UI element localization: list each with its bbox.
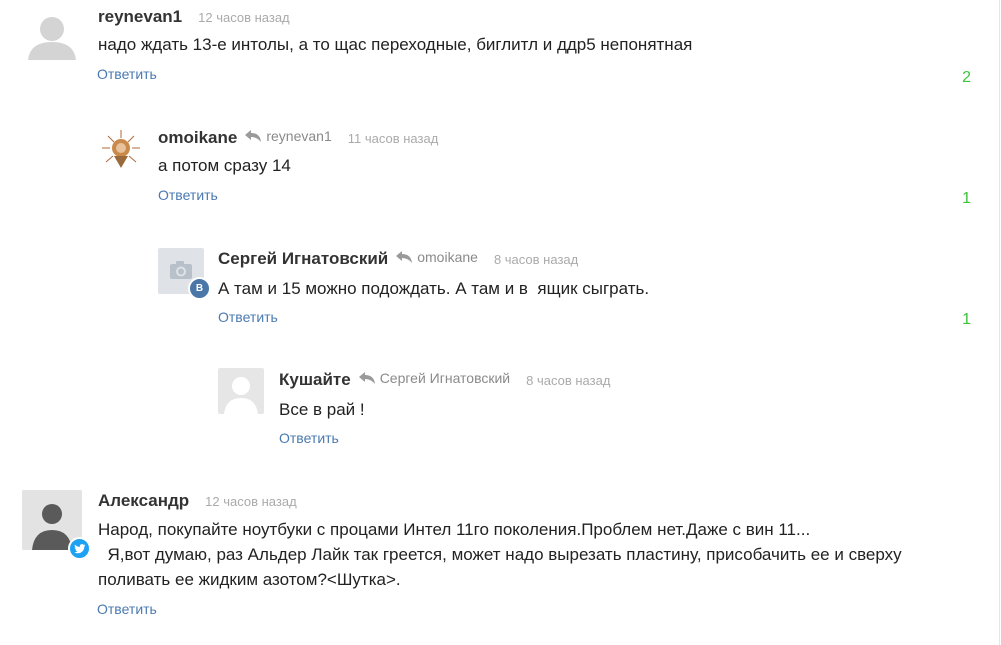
comment-text: Народ, покупайте ноутбуки с процами Инте… <box>98 520 902 589</box>
comment-time: 8 часов назад <box>526 373 611 388</box>
reply-to-name: reynevan1 <box>266 128 332 144</box>
avatar-default-user-icon[interactable] <box>218 368 264 414</box>
twitter-badge-icon <box>68 537 91 560</box>
avatar-default-user-icon[interactable] <box>26 8 78 60</box>
comment-time: 12 часов назад <box>205 494 297 509</box>
reply-to-link[interactable]: omoikane <box>395 249 478 265</box>
comment-author[interactable]: Александр <box>98 491 189 511</box>
comment-score: 1 <box>962 311 971 328</box>
reply-to-link[interactable]: reynevan1 <box>244 128 332 144</box>
comment-text: Все в рай ! <box>279 400 365 419</box>
comment-time: 8 часов назад <box>493 252 579 267</box>
reply-arrow-icon <box>396 251 413 263</box>
comment-time: 12 часов назад <box>198 10 290 25</box>
reply-button[interactable]: Ответить <box>97 66 157 82</box>
comments-panel: reynevan1 12 часов назад надо ждать 13-е… <box>0 0 1000 645</box>
comment-author[interactable]: Кушайте <box>279 370 351 390</box>
reply-button[interactable]: Ответить <box>158 187 218 203</box>
vk-badge-label: B <box>195 283 204 294</box>
comment-author[interactable]: omoikane <box>158 128 237 148</box>
reply-button[interactable]: Ответить <box>218 309 278 325</box>
comment-author[interactable]: reynevan1 <box>98 7 182 27</box>
vk-badge-icon: B <box>188 277 211 300</box>
reply-to-link[interactable]: Сергей Игнатовский <box>358 370 510 386</box>
reply-arrow-icon <box>245 130 262 142</box>
comment-score: 1 <box>962 190 971 207</box>
reply-to-name: omoikane <box>417 249 478 265</box>
avatar-custom-avatar-icon[interactable] <box>98 126 144 172</box>
reply-button[interactable]: Ответить <box>97 601 157 617</box>
reply-arrow-icon <box>358 372 375 384</box>
comment-text: А там и 15 можно подождать. А там и в ящ… <box>218 279 650 298</box>
comment-time: 11 часов назад <box>347 131 439 146</box>
comment-author[interactable]: Сергей Игнатовский <box>218 249 388 269</box>
reply-to-name: Сергей Игнатовский <box>379 370 511 386</box>
reply-button[interactable]: Ответить <box>279 430 339 446</box>
comment-score: 2 <box>962 69 971 86</box>
comment-text: надо ждать 13-е интолы, а то щас переход… <box>98 35 693 54</box>
comment-text: а потом сразу 14 <box>158 156 291 175</box>
